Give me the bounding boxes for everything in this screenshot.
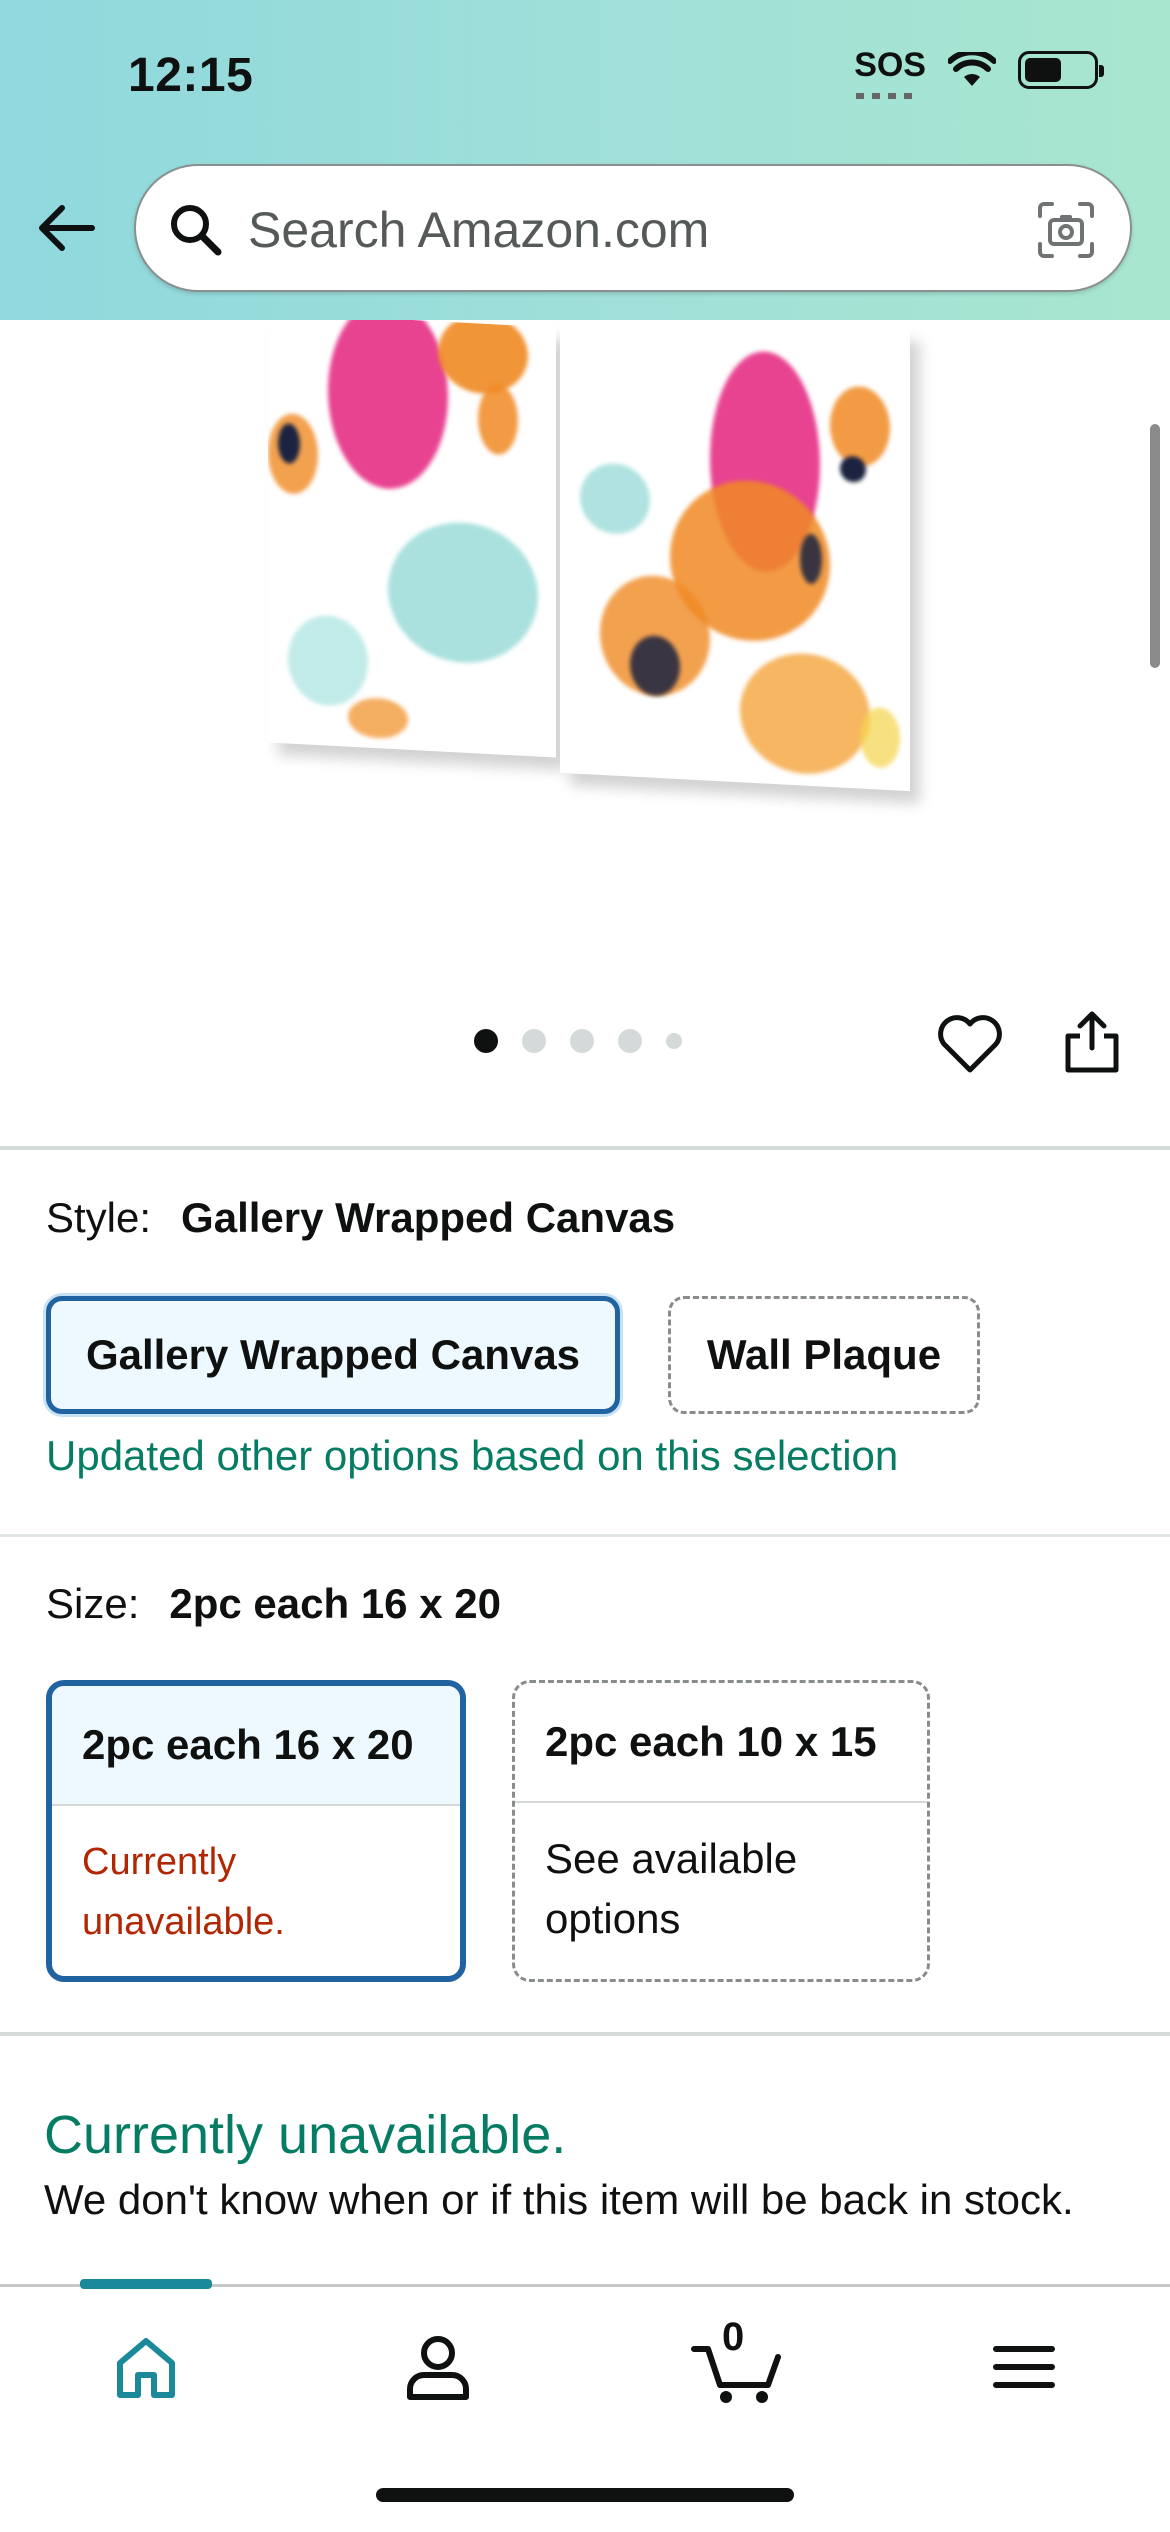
size-label-row: Size: 2pc each 16 x 20 [46, 1580, 501, 1628]
wifi-icon [948, 51, 996, 86]
status-icons: SOS [854, 46, 1104, 99]
battery-icon [1018, 50, 1104, 89]
size-option-status: See available options [515, 1803, 927, 1975]
status-time: 12:15 [128, 49, 254, 102]
heart-icon[interactable] [936, 1012, 1004, 1076]
scrollbar[interactable] [1150, 424, 1160, 668]
size-option-title: 2pc each 16 x 20 [52, 1686, 460, 1806]
signal-dots-icon [856, 93, 915, 99]
pagination-dot[interactable] [522, 1029, 546, 1053]
size-status-line1: See available [545, 1835, 798, 1882]
size-option-16x20[interactable]: 2pc each 16 x 20 Currently unavailable. [46, 1680, 466, 1982]
size-option-status: Currently unavailable. [52, 1806, 460, 1976]
pagination-dot[interactable] [570, 1029, 594, 1053]
section-divider [0, 1146, 1170, 1150]
section-divider [0, 2032, 1170, 2036]
home-indicator[interactable] [376, 2488, 794, 2502]
pagination-dot[interactable] [474, 1029, 498, 1053]
camera-icon[interactable] [1036, 200, 1096, 260]
cart-count: 0 [722, 2315, 745, 2359]
sos-indicator: SOS [854, 46, 926, 99]
style-option-wall-plaque[interactable]: Wall Plaque [668, 1296, 980, 1414]
image-pagination[interactable] [474, 1029, 682, 1053]
search-icon [171, 205, 222, 256]
size-label: Size: [46, 1580, 140, 1627]
availability-text: We don't know when or if this item will … [44, 2176, 1074, 2223]
back-arrow-icon[interactable] [34, 196, 98, 260]
home-icon[interactable] [106, 2327, 186, 2407]
style-selected-value: Gallery Wrapped Canvas [181, 1194, 676, 1241]
sos-label: SOS [854, 46, 926, 84]
pagination-dot[interactable] [618, 1029, 642, 1053]
size-status-line2: options [545, 1895, 681, 1942]
section-divider [0, 1534, 1170, 1537]
search-input[interactable] [248, 188, 1028, 272]
selection-update-note: Updated other options based on this sele… [46, 1432, 899, 1479]
share-icon[interactable] [1060, 1008, 1124, 1074]
search-bar[interactable] [134, 164, 1132, 292]
style-option-gallery-wrapped-canvas[interactable]: Gallery Wrapped Canvas [46, 1296, 620, 1414]
canvas-panel-left [268, 320, 556, 758]
pagination-dot[interactable] [666, 1033, 682, 1049]
style-label: Style: [46, 1194, 152, 1241]
canvas-panel-right [560, 320, 910, 792]
size-option-10x15[interactable]: 2pc each 10 x 15 See available options [512, 1680, 930, 1982]
availability-title: Currently unavailable. [44, 2105, 567, 2165]
account-icon[interactable] [398, 2327, 478, 2407]
style-label-row: Style: Gallery Wrapped Canvas [46, 1194, 675, 1242]
size-selected-value: 2pc each 16 x 20 [169, 1580, 501, 1627]
menu-icon[interactable] [984, 2327, 1064, 2407]
size-status-line1: Currently [82, 1841, 237, 1883]
active-tab-indicator [80, 2279, 212, 2289]
size-option-title: 2pc each 10 x 15 [515, 1683, 927, 1803]
top-header: 12:15 SOS [0, 0, 1170, 320]
size-status-line2: unavailable. [82, 1901, 285, 1943]
